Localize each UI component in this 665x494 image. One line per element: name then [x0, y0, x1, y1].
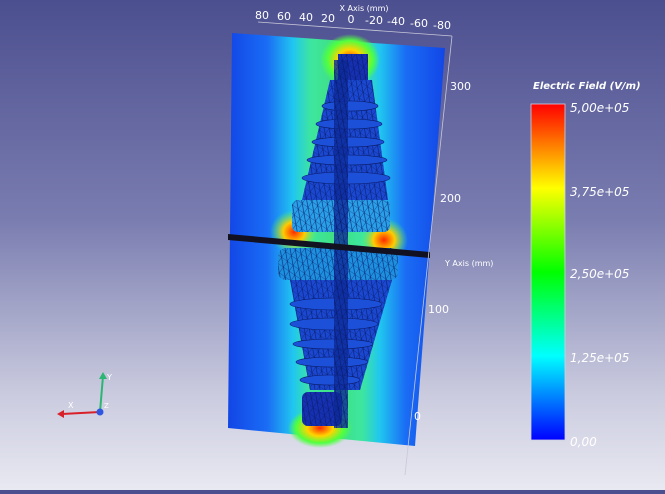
x-tick-label: -80 [433, 19, 451, 32]
y-axis-title: Y Axis (mm) [444, 259, 493, 268]
x-tick-label: 0 [348, 13, 355, 26]
orientation-axes-widget: Y X Z [57, 372, 112, 418]
color-bar-label: 1,25e+05 [570, 351, 629, 365]
orientation-z-label: Z [104, 402, 109, 410]
orientation-y-label: Y [106, 373, 112, 382]
color-bar-gradient [530, 103, 566, 441]
color-bar: Electric Field (V/m) 5,00e+05 3,75e+05 2… [530, 81, 641, 449]
x-tick-label: -20 [365, 14, 383, 27]
x-tick-label: -60 [410, 17, 428, 30]
color-bar-label: 5,00e+05 [570, 101, 629, 115]
x-tick-label: 40 [299, 11, 313, 24]
x-tick-label: -40 [387, 15, 405, 28]
x-axis: 80 60 40 20 0 -20 -40 -60 -80 X Axis (mm… [255, 4, 451, 32]
color-bar-label: 3,75e+05 [570, 185, 629, 199]
color-bar-label: 0,00 [570, 435, 597, 449]
orientation-x-label: X [68, 401, 74, 410]
color-bar-title: Electric Field (V/m) [533, 81, 641, 92]
x-axis-title: X Axis (mm) [340, 4, 389, 13]
x-tick-label: 60 [277, 10, 291, 23]
y-tick-label: 300 [450, 80, 471, 93]
y-tick-label: 0 [414, 410, 421, 423]
render-viewport[interactable]: 80 60 40 20 0 -20 -40 -60 -80 X Axis (mm… [0, 0, 665, 490]
y-tick-label: 100 [428, 303, 449, 316]
x-tick-label: 20 [321, 12, 335, 25]
x-tick-label: 80 [255, 9, 269, 22]
scene-svg: 80 60 40 20 0 -20 -40 -60 -80 X Axis (mm… [57, 4, 641, 476]
y-tick-label: 200 [440, 192, 461, 205]
color-bar-label: 2,50e+05 [570, 267, 629, 281]
